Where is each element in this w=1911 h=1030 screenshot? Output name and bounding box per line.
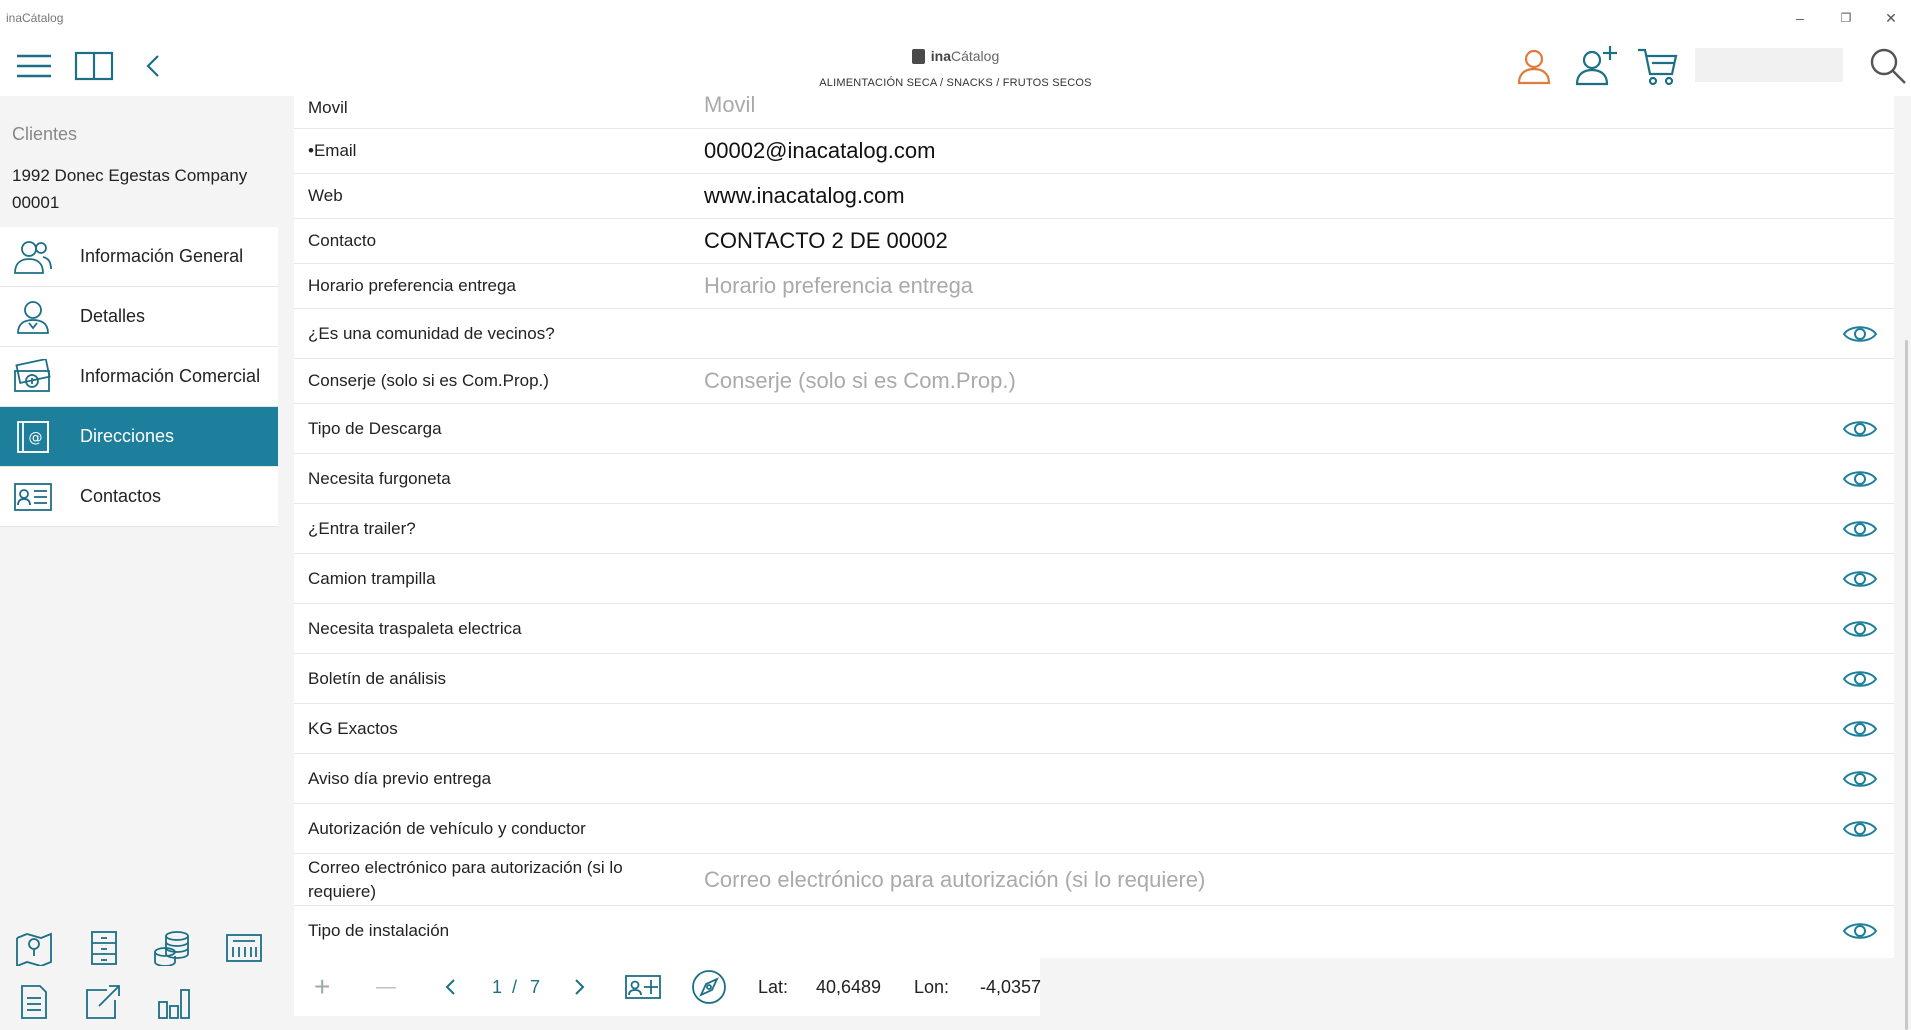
client-name: 1992 Donec Egestas Company 00001 [12,166,248,212]
sidebar: Clientes 1992 Donec Egestas Company 0000… [0,96,278,1030]
svg-text:@: @ [29,430,43,446]
delivery-schedule-field[interactable]: Horario preferencia entrega [704,273,973,299]
eye-icon[interactable] [1840,765,1880,793]
close-button[interactable]: ✕ [1871,6,1911,30]
form-row[interactable]: Tipo de instalación [294,906,1894,956]
form-row[interactable]: Correo electrónico para autorización (si… [294,854,1894,906]
contact-card-icon [0,467,66,527]
form-row[interactable]: •Email 00002@inacatalog.com [294,129,1894,174]
concierge-field[interactable]: Conserje (solo si es Com.Prop.) [704,368,1016,394]
compass-icon[interactable] [690,958,728,1016]
form-row[interactable]: Autorización de vehículo y conductor [294,804,1894,854]
eye-icon[interactable] [1840,320,1880,348]
eye-icon[interactable] [1840,665,1880,693]
external-link-icon[interactable] [82,980,126,1024]
document-icon[interactable] [12,980,56,1024]
lon-label: Lon: [914,976,950,997]
address-icon: @ [0,407,66,467]
minimize-button[interactable]: – [1780,6,1820,30]
eye-icon[interactable] [1840,615,1880,643]
sidebar-item-detalles[interactable]: Detalles [0,287,278,347]
top-toolbar: ina Cátalog ALIMENTACIÓN SECA / SNACKS / … [0,34,1911,96]
eye-icon[interactable] [1840,415,1880,443]
form-row[interactable]: Camion trampilla [294,554,1894,604]
web-field[interactable]: www.inacatalog.com [704,183,905,209]
search-icon[interactable] [1866,44,1910,88]
form-row[interactable]: ¿Es una comunidad de vecinos? [294,309,1894,359]
add-button[interactable]: + [314,958,330,1016]
brand-header: ina Cátalog ALIMENTACIÓN SECA / SNACKS / … [0,48,1911,89]
address-form: Movil Movil •Email 00002@inacatalog.com … [294,96,1894,958]
map-icon[interactable] [12,926,56,970]
email-field[interactable]: 00002@inacatalog.com [704,138,935,164]
form-row[interactable]: Aviso día previo entrega [294,754,1894,804]
authorization-email-field[interactable]: Correo electrónico para autorización (si… [704,867,1205,893]
app-logo: ina Cátalog [911,48,999,64]
scrollbar[interactable] [1905,340,1908,1030]
calculator-icon[interactable] [222,926,266,970]
form-row[interactable]: Necesita furgoneta [294,454,1894,504]
sidebar-nav: Información General Detalles Información… [0,227,278,527]
form-row[interactable]: Horario preferencia entrega Horario pref… [294,264,1894,309]
form-row[interactable]: Contacto CONTACTO 2 DE 00002 [294,219,1894,264]
form-row[interactable]: Movil Movil [294,96,1894,129]
next-page-icon[interactable] [574,958,586,1016]
sidebar-item-contactos[interactable]: Contactos [0,467,278,527]
sidebar-item-informacion-comercial[interactable]: Información Comercial [0,347,278,407]
section-title: Clientes [12,124,78,144]
form-row[interactable]: KG Exactos [294,704,1894,754]
lat-label: Lat: [758,976,789,997]
add-address-icon[interactable] [624,958,662,1016]
money-icon [0,347,66,407]
cabinet-icon[interactable] [82,926,126,970]
contact-field[interactable]: CONTACTO 2 DE 00002 [704,228,948,254]
eye-icon[interactable] [1840,917,1880,945]
eye-icon[interactable] [1840,515,1880,543]
user-detail-icon [0,287,66,347]
lon-value: -4,0357 [980,976,1042,997]
eye-icon[interactable] [1840,565,1880,593]
category-breadcrumb: ALIMENTACIÓN SECA / SNACKS / FRUTOS SECO… [819,76,1092,89]
eye-icon[interactable] [1840,465,1880,493]
add-user-icon[interactable] [1572,42,1620,88]
total-pages: 7 [530,976,541,997]
app-name: inaCátalog [6,11,64,25]
page-separator: / [512,976,518,997]
form-row[interactable]: ¿Entra trailer? [294,504,1894,554]
title-bar: inaCátalog – ❐ ✕ [0,0,1911,34]
sidebar-item-direcciones[interactable]: @ Direcciones [0,407,278,467]
form-row[interactable]: Boletín de análisis [294,654,1894,704]
form-row[interactable]: Conserje (solo si es Com.Prop.) Conserje… [294,359,1894,404]
users-icon [0,227,66,287]
coins-icon[interactable] [150,926,194,970]
user-icon[interactable] [1512,44,1556,88]
lat-value: 40,6489 [816,976,882,997]
main-panel: Movil Movil •Email 00002@inacatalog.com … [278,96,1911,1030]
search-input[interactable] [1695,48,1843,82]
eye-icon[interactable] [1840,715,1880,743]
bar-chart-icon[interactable] [152,980,196,1024]
eye-icon[interactable] [1840,815,1880,843]
restore-button[interactable]: ❐ [1826,6,1866,30]
remove-button[interactable]: — [376,958,396,1016]
cart-icon[interactable] [1634,44,1680,88]
sidebar-item-informacion-general[interactable]: Información General [0,227,278,287]
form-row[interactable]: Tipo de Descarga [294,404,1894,454]
form-row[interactable]: Web www.inacatalog.com [294,174,1894,219]
form-row[interactable]: Necesita traspaleta electrica [294,604,1894,654]
current-page: 1 [492,976,503,997]
record-pager: + — 1 / 7 Lat: 40,6489 Lon: -4,0357 [294,958,1042,1016]
prev-page-icon[interactable] [444,958,456,1016]
